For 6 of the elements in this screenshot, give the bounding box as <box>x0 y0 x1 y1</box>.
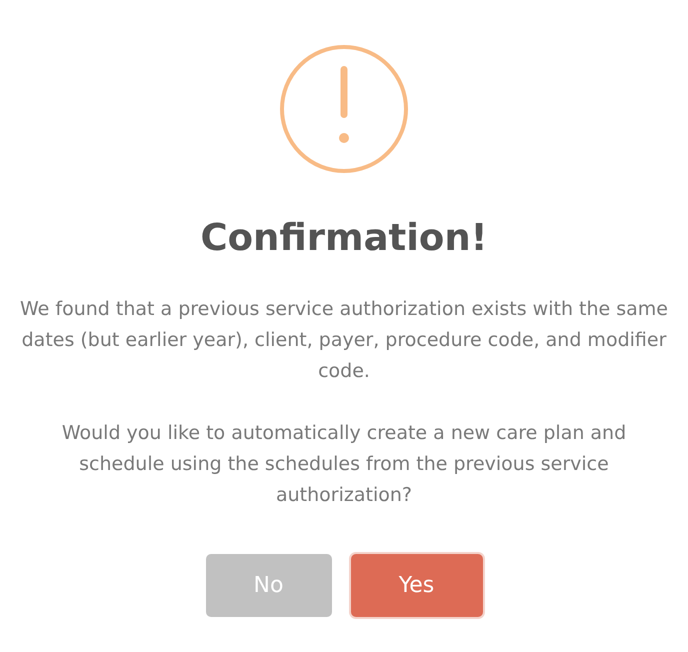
message-text: We found that a previous service authorization exists with the same dates (but earlier year), client, payer, procedure code, and modifier code. <box>19 297 669 384</box>
yes-button[interactable]: Yes <box>350 554 482 618</box>
no-button[interactable]: No <box>206 554 332 618</box>
warning-icon <box>279 44 409 174</box>
dialog-title: Confirmation! <box>200 216 488 260</box>
message-text: Would you like to automatically create a new care plan and schedule using the schedules from the previous service authorization? <box>60 421 628 508</box>
